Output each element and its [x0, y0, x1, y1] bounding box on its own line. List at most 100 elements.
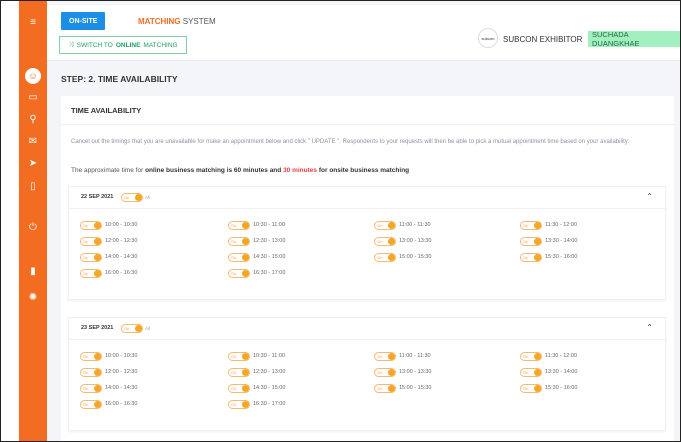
slot-toggle[interactable]: On — [520, 237, 542, 246]
slot-time-label: 12:00 - 12:30 — [105, 369, 138, 375]
slot-toggle[interactable]: On — [80, 253, 102, 262]
slot-time-label: 11:30 - 12:00 — [545, 222, 578, 228]
help-icon[interactable]: ✺ — [19, 290, 47, 306]
toggle-on-label: On — [231, 239, 237, 244]
switch-icon: ⤨ — [68, 41, 74, 48]
time-availability-card: TIME AVAILABILITY Cancel out the timings… — [61, 96, 674, 441]
slot-time-label: 11:30 - 12:00 — [545, 353, 578, 359]
slot-toggle[interactable]: On — [374, 253, 396, 262]
slot-toggle[interactable]: On — [80, 384, 102, 393]
toggle-knob — [534, 254, 541, 261]
slot-toggle[interactable]: On — [80, 352, 102, 361]
mail-icon[interactable]: ✉ — [19, 134, 47, 150]
slot-time-label: 12:30 - 13:00 — [253, 369, 286, 375]
day-header[interactable]: 23 SEP 2021 On All ⌃ — [69, 318, 665, 340]
company-logo: subcon — [478, 28, 498, 48]
onsite-button[interactable]: ON-SITE — [61, 12, 106, 30]
user-icon[interactable]: ☺ — [25, 68, 41, 84]
toggle-on-label: On — [377, 354, 383, 359]
toggle-knob — [242, 369, 249, 376]
toggle-on-label: On — [523, 354, 529, 359]
slot-toggle[interactable]: On — [520, 368, 542, 377]
toggle-on-label: On — [231, 223, 237, 228]
toggle-knob — [242, 270, 249, 277]
chevron-up-icon[interactable]: ⌃ — [646, 323, 653, 332]
toggle-on-label: On — [83, 370, 89, 375]
toggle-on-label: On — [83, 386, 89, 391]
slot-toggle[interactable]: On — [374, 368, 396, 377]
slot-toggle[interactable]: On — [520, 253, 542, 262]
slot-toggle[interactable]: On — [80, 368, 102, 377]
slot-toggle[interactable]: On — [228, 269, 250, 278]
app-title-sub: SYSTEM — [182, 17, 216, 26]
slot-time-label: 10:30 - 11:00 — [253, 222, 286, 228]
card-divider — [61, 124, 674, 125]
slot-toggle[interactable]: On — [228, 384, 250, 393]
slot-toggle[interactable]: On — [228, 237, 250, 246]
slot-toggle[interactable]: On — [228, 352, 250, 361]
app-title-main: MATCHING — [138, 17, 181, 26]
slot-time-label: 10:00 - 10:30 — [105, 353, 138, 359]
toggle-knob — [242, 353, 249, 360]
slot-toggle[interactable]: On — [228, 400, 250, 409]
slot-toggle[interactable]: On — [520, 384, 542, 393]
toggle-knob — [388, 369, 395, 376]
slot-toggle[interactable]: On — [520, 352, 542, 361]
page-title: STEP: 2. TIME AVAILABILITY — [61, 74, 178, 84]
toggle-knob — [388, 238, 395, 245]
slot-toggle[interactable]: On — [228, 253, 250, 262]
day-date: 23 SEP 2021 — [81, 325, 114, 331]
switch-online-button[interactable]: ⤨ SWITCH TO ONLINE MATCHING — [59, 36, 187, 54]
toggle-knob — [534, 222, 541, 229]
toggle-on-label: On — [231, 354, 237, 359]
left-gutter — [1, 1, 19, 441]
slot-toggle[interactable]: On — [80, 269, 102, 278]
all-toggle[interactable]: On — [121, 324, 143, 333]
toggle-on-label: On — [124, 326, 130, 331]
slot-toggle[interactable]: On — [520, 221, 542, 230]
toggle-on-label: On — [83, 255, 89, 260]
menu-icon[interactable]: ≡ — [19, 15, 47, 31]
toggle-knob — [388, 254, 395, 261]
slot-toggle[interactable]: On — [374, 352, 396, 361]
day-section: 23 SEP 2021 On All ⌃ On 10:00 - 10:30 On 10:30 … — [68, 317, 666, 431]
slot-time-label: 14:30 - 15:00 — [253, 385, 286, 391]
slot-time-label: 16:00 - 16:30 — [105, 270, 138, 276]
slot-time-label: 15:00 - 15:30 — [399, 254, 432, 260]
slot-toggle[interactable]: On — [374, 221, 396, 230]
power-icon[interactable]: ⏻ — [19, 220, 47, 236]
toggle-knob — [242, 385, 249, 392]
switch-bold: ONLINE — [115, 41, 141, 49]
user-badge[interactable]: SUCHADA DUANGKHAE — [588, 30, 680, 48]
slot-toggle[interactable]: On — [374, 384, 396, 393]
toggle-on-label: On — [83, 223, 89, 228]
slot-toggle[interactable]: On — [80, 221, 102, 230]
toggle-on-label: On — [124, 195, 130, 200]
slot-toggle[interactable]: On — [80, 400, 102, 409]
toggle-on-label: On — [231, 271, 237, 276]
toggle-knob — [388, 222, 395, 229]
all-toggle[interactable]: On — [121, 193, 143, 202]
send-icon[interactable]: ➤ — [19, 156, 47, 172]
toggle-on-label: On — [523, 239, 529, 244]
bookmark-icon[interactable]: ▯ — [19, 179, 47, 195]
day-header[interactable]: 22 SEP 2021 On All ⌃ — [69, 187, 665, 209]
slot-time-label: 14:00 - 14:30 — [105, 385, 138, 391]
slot-toggle[interactable]: On — [374, 237, 396, 246]
search-icon[interactable]: ⚲ — [19, 112, 47, 128]
book-icon[interactable]: ▮ — [19, 264, 47, 280]
slot-time-label: 10:30 - 11:00 — [253, 353, 286, 359]
toggle-on-label: On — [523, 223, 529, 228]
calendar-icon[interactable]: ▭ — [19, 90, 47, 106]
slot-time-label: 16:30 - 17:00 — [253, 401, 286, 407]
toggle-on-label: On — [231, 370, 237, 375]
toggle-knob — [242, 222, 249, 229]
slot-toggle[interactable]: On — [228, 221, 250, 230]
toggle-knob — [534, 385, 541, 392]
slot-toggle[interactable]: On — [80, 237, 102, 246]
toggle-on-label: On — [377, 386, 383, 391]
card-title: TIME AVAILABILITY — [71, 106, 142, 115]
chevron-up-icon[interactable]: ⌃ — [646, 192, 653, 201]
toggle-on-label: On — [523, 255, 529, 260]
slot-toggle[interactable]: On — [228, 368, 250, 377]
